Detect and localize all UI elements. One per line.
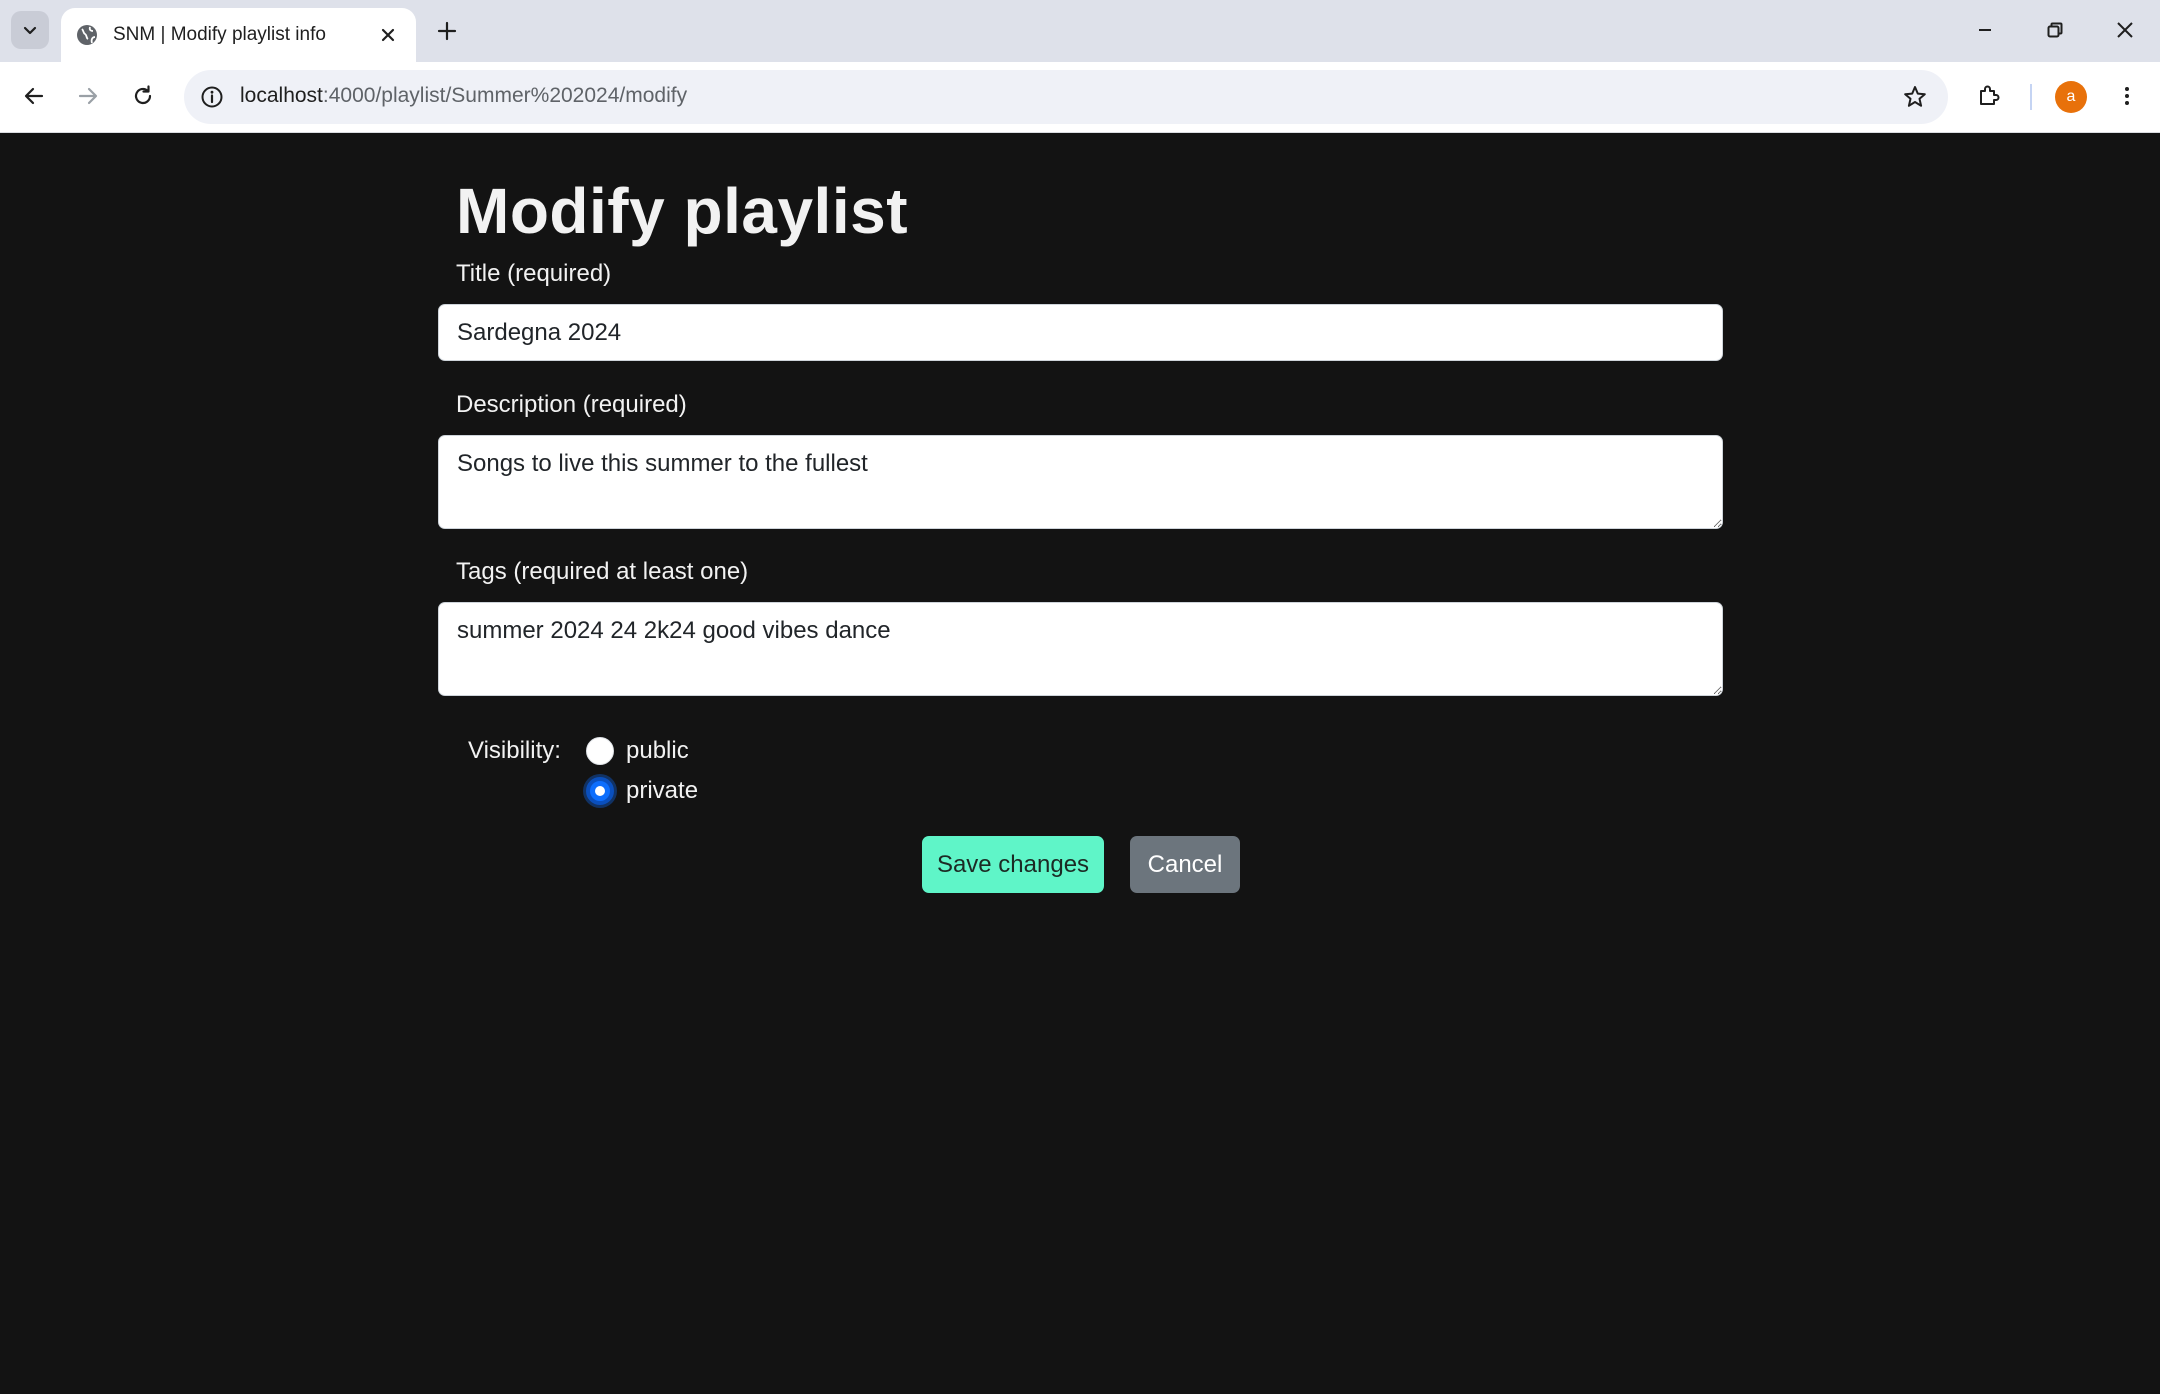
restore-button[interactable] — [2035, 10, 2075, 50]
reload-button[interactable] — [123, 76, 163, 116]
tags-label: Tags (required at least one) — [456, 558, 749, 585]
url-path: :4000/playlist/Summer%202024/modify — [322, 84, 688, 107]
url-host: localhost — [240, 84, 323, 107]
page-content: Modify playlist Title (required) Descrip… — [0, 134, 2160, 1394]
arrow-right-icon — [78, 87, 98, 105]
radio-public-button[interactable] — [586, 737, 614, 765]
description-label: Description (required) — [456, 391, 687, 418]
tab-title: SNM | Modify playlist info — [113, 24, 326, 45]
close-icon — [2117, 22, 2133, 38]
restore-icon — [2047, 22, 2063, 38]
browser-toolbar: localhost:4000/playlist/Summer%202024/mo… — [0, 62, 2160, 133]
close-tab-icon[interactable] — [376, 23, 400, 47]
tab-search-button[interactable] — [11, 11, 49, 49]
minimize-button[interactable] — [1965, 10, 2005, 50]
toolbar-divider — [2030, 84, 2032, 110]
save-changes-button[interactable]: Save changes — [922, 836, 1104, 893]
radio-private-button[interactable] — [586, 777, 614, 805]
site-info-icon[interactable] — [198, 83, 226, 111]
radio-private-label[interactable]: private — [626, 777, 698, 805]
forward-button[interactable] — [68, 76, 108, 116]
minimize-icon — [1979, 29, 1991, 31]
menu-button[interactable] — [2107, 76, 2147, 116]
radio-private[interactable]: private — [586, 776, 698, 806]
profile-avatar[interactable]: a — [2055, 81, 2087, 113]
back-button[interactable] — [14, 76, 54, 116]
reload-icon — [134, 85, 152, 105]
url-text[interactable]: localhost:4000/playlist/Summer%202024/mo… — [240, 84, 687, 108]
cancel-button[interactable]: Cancel — [1130, 836, 1240, 893]
page-title: Modify playlist — [456, 175, 908, 247]
tab-strip: SNM | Modify playlist info — [0, 0, 2160, 62]
puzzle-icon — [1980, 85, 2000, 105]
radio-public-label[interactable]: public — [626, 737, 689, 765]
tags-textarea[interactable]: summer 2024 24 2k24 good vibes dance — [438, 602, 1723, 696]
new-tab-button[interactable] — [430, 14, 464, 48]
bookmark-star-icon[interactable] — [1900, 82, 1930, 112]
visibility-label: Visibility: — [468, 737, 561, 764]
title-input[interactable] — [438, 304, 1723, 361]
close-window-button[interactable] — [2105, 10, 2145, 50]
plus-icon — [437, 21, 457, 41]
arrow-left-icon — [24, 87, 44, 105]
chevron-down-icon — [23, 26, 37, 35]
globe-icon — [75, 23, 99, 47]
address-bar[interactable]: localhost:4000/playlist/Summer%202024/mo… — [184, 70, 1948, 124]
description-textarea[interactable]: Songs to live this summer to the fullest — [438, 435, 1723, 529]
title-label: Title (required) — [456, 260, 612, 287]
browser-tab[interactable]: SNM | Modify playlist info — [61, 8, 416, 62]
extensions-button[interactable] — [1969, 76, 2009, 116]
more-vert-icon — [2125, 87, 2129, 105]
radio-public[interactable]: public — [586, 736, 689, 766]
